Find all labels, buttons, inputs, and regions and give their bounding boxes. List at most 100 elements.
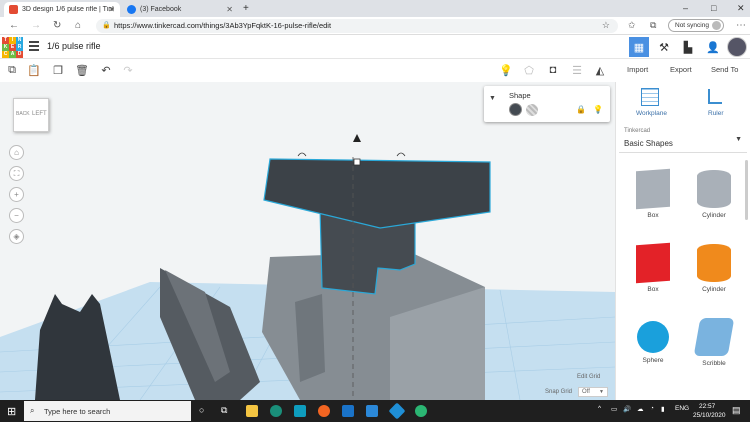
import-button[interactable]: Import bbox=[627, 65, 648, 74]
url-field[interactable]: 🔒 https://www.tinkercad.com/things/3Ab3Y… bbox=[96, 19, 618, 33]
collapse-chevron-icon[interactable]: ▼ bbox=[489, 95, 496, 102]
height-handle[interactable] bbox=[353, 158, 361, 166]
workplane-label[interactable]: Workplane bbox=[636, 110, 667, 117]
avatar[interactable] bbox=[727, 37, 747, 57]
minimize-button[interactable]: – bbox=[683, 3, 688, 13]
tab-facebook[interactable]: (3) Facebook ✕ bbox=[122, 2, 238, 17]
zoom-in-icon[interactable]: + bbox=[9, 187, 24, 202]
close-window-button[interactable]: ✕ bbox=[737, 3, 745, 14]
ortho-view-icon[interactable]: ◈ bbox=[9, 229, 24, 244]
edge-active-icon[interactable] bbox=[415, 405, 427, 417]
l-app-icon[interactable] bbox=[294, 405, 306, 417]
mail-icon[interactable] bbox=[342, 405, 354, 417]
shape-item-box[interactable]: Box bbox=[628, 242, 678, 293]
close-tab-icon[interactable]: ✕ bbox=[108, 5, 115, 14]
onedrive-icon[interactable]: ☁ bbox=[637, 405, 644, 413]
notifications-icon[interactable]: ▤ bbox=[732, 405, 741, 416]
workplane-icon[interactable] bbox=[641, 88, 659, 106]
shape-item-box[interactable]: Box bbox=[628, 168, 678, 219]
clock-date[interactable]: 25/10/2020 bbox=[693, 412, 726, 419]
dropbox-icon[interactable] bbox=[388, 402, 406, 420]
shape-library-select[interactable]: Tinkercad Basic Shapes ▼ bbox=[619, 125, 747, 153]
bricks-icon[interactable]: ▙ bbox=[678, 37, 698, 57]
snap-grid-value: Off bbox=[582, 389, 590, 395]
blocks-tools-icon[interactable]: ⚒ bbox=[654, 37, 674, 57]
favorite-star-icon[interactable]: ☆ bbox=[602, 20, 610, 31]
shapes-scrollbar[interactable] bbox=[745, 160, 748, 220]
undo-icon[interactable]: ↶ bbox=[98, 62, 114, 78]
task-view-icon[interactable]: ⧉ bbox=[221, 405, 227, 416]
group-icon[interactable]: ◘ bbox=[545, 62, 561, 78]
shape-item-scribble[interactable]: Scribble bbox=[689, 318, 739, 367]
network-icon[interactable]: ▭ bbox=[611, 405, 617, 413]
export-button[interactable]: Export bbox=[670, 65, 692, 74]
selected-top-part[interactable] bbox=[263, 158, 491, 229]
ruler-icon[interactable] bbox=[708, 89, 722, 104]
design-menu-icon[interactable] bbox=[29, 41, 39, 51]
hole-swatch[interactable] bbox=[526, 104, 538, 116]
fit-view-icon[interactable]: ⛶ bbox=[9, 166, 24, 181]
close-tab-icon[interactable]: ✕ bbox=[226, 5, 233, 14]
paste-icon[interactable]: 📋 bbox=[26, 62, 42, 78]
redo-icon[interactable]: ↷ bbox=[120, 62, 136, 78]
shape-item-sphere[interactable]: Sphere bbox=[628, 318, 678, 364]
wifi-icon[interactable]: ◔ bbox=[650, 405, 654, 412]
delete-icon[interactable]: 🗑 bbox=[74, 62, 90, 78]
ruler-label[interactable]: Ruler bbox=[708, 110, 724, 117]
clock-time[interactable]: 22:57 bbox=[699, 403, 715, 410]
back-arrow-icon[interactable]: ← bbox=[9, 20, 19, 31]
firefox-icon[interactable] bbox=[318, 405, 330, 417]
lock-icon[interactable]: 🔒 bbox=[576, 105, 586, 114]
language-indicator[interactable]: ENG bbox=[675, 405, 689, 412]
tab-tinkercad[interactable]: 3D design 1/6 pulse rifle | Tinker ✕ bbox=[4, 2, 120, 17]
store-icon[interactable] bbox=[366, 405, 378, 417]
add-user-icon[interactable]: 👤 bbox=[703, 37, 723, 57]
tab-label: (3) Facebook bbox=[140, 6, 182, 13]
note-icon[interactable]: 💡 bbox=[498, 62, 514, 78]
reload-icon[interactable]: ↻ bbox=[53, 20, 61, 31]
collections-icon[interactable]: ⧉ bbox=[650, 20, 656, 31]
visibility-bulb-icon[interactable]: 💡 bbox=[593, 105, 603, 114]
taskbar-search-box[interactable]: ⌕ Type here to search bbox=[24, 401, 191, 421]
lift-arrow-handle[interactable] bbox=[353, 134, 361, 142]
battery-icon[interactable]: ▮ bbox=[661, 405, 665, 413]
file-explorer-icon[interactable] bbox=[246, 405, 258, 417]
duplicate-icon[interactable]: ❐ bbox=[50, 62, 66, 78]
rotate-handle-left[interactable] bbox=[297, 152, 307, 157]
design-title[interactable]: 1/6 pulse rifle bbox=[47, 41, 101, 51]
logo-tile: T bbox=[2, 37, 9, 44]
shape-label: Scribble bbox=[702, 360, 726, 367]
tinkercad-logo[interactable]: TINKERCAD bbox=[2, 37, 23, 58]
edge-icon[interactable] bbox=[270, 405, 282, 417]
rotate-handle-right[interactable] bbox=[396, 152, 406, 157]
copy-icon[interactable]: ⧉ bbox=[4, 62, 20, 78]
favorites-icon[interactable]: ✩ bbox=[628, 20, 636, 31]
snap-grid-select[interactable]: Off ▼ bbox=[578, 387, 608, 397]
forward-arrow-icon[interactable]: → bbox=[31, 20, 41, 31]
maximize-button[interactable]: □ bbox=[711, 3, 716, 13]
align-icon[interactable]: ☰ bbox=[569, 62, 585, 78]
shape-item-cylinder[interactable]: Cylinder bbox=[689, 170, 739, 219]
tray-chevron-icon[interactable]: ^ bbox=[598, 405, 601, 412]
solid-color-swatch[interactable] bbox=[509, 103, 522, 116]
volume-icon[interactable]: 🔊 bbox=[623, 405, 631, 413]
view-cube[interactable]: BACK LEFT bbox=[13, 98, 49, 132]
zoom-out-icon[interactable]: − bbox=[9, 208, 24, 223]
3d-workplane-viewport[interactable]: BACK LEFT ⌂ ⛶ + − ◈ ▼ Shape 🔒 💡 › Edit G… bbox=[0, 82, 615, 400]
3d-view-grid-icon[interactable]: ▦ bbox=[629, 37, 649, 57]
search-icon: ⌕ bbox=[30, 406, 35, 415]
scene-canvas[interactable] bbox=[0, 82, 615, 400]
edit-grid-link[interactable]: Edit Grid bbox=[577, 374, 600, 380]
shape-item-cylinder[interactable]: Cylinder bbox=[689, 244, 739, 293]
sync-status-button[interactable]: Not syncing bbox=[668, 19, 724, 32]
scribble-shape-icon bbox=[693, 318, 735, 356]
cortana-icon[interactable]: ○ bbox=[199, 405, 204, 415]
more-menu-icon[interactable]: ⋯ bbox=[736, 20, 746, 31]
home-icon[interactable]: ⌂ bbox=[75, 20, 81, 31]
windows-start-icon[interactable]: ⊞ bbox=[7, 405, 16, 418]
send-to-button[interactable]: Send To bbox=[711, 65, 738, 74]
mirror-icon[interactable]: ◭ bbox=[592, 62, 608, 78]
comment-icon[interactable]: ⬠ bbox=[521, 62, 537, 78]
new-tab-button[interactable]: + bbox=[243, 3, 249, 14]
home-view-icon[interactable]: ⌂ bbox=[9, 145, 24, 160]
